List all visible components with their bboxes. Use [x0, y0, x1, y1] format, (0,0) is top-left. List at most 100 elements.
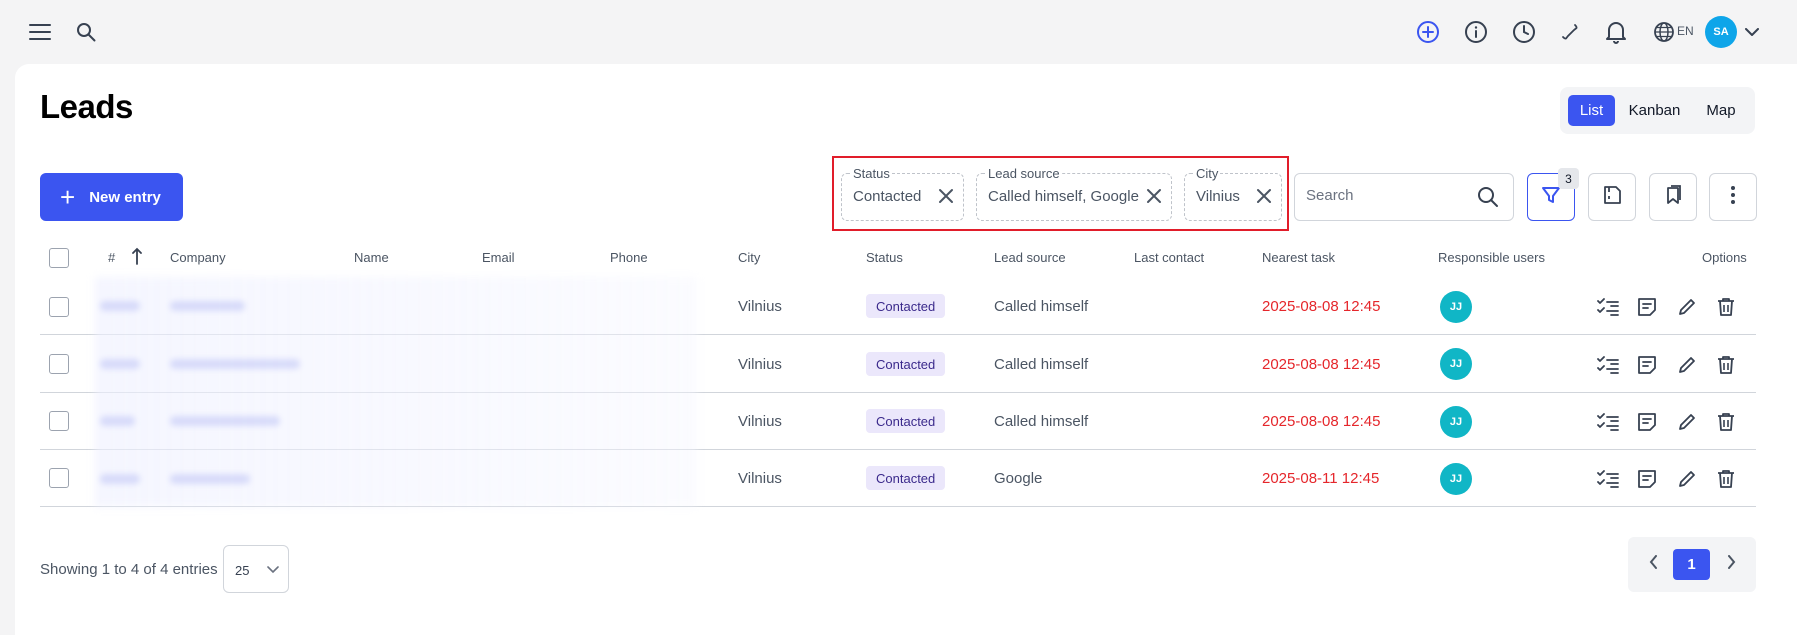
phone-icon[interactable] [1558, 20, 1582, 44]
close-icon[interactable] [937, 187, 955, 209]
redacted-text [170, 301, 245, 311]
row-checkbox[interactable] [49, 354, 69, 374]
filter-chip-lead-source[interactable]: Lead source Called himself, Google [976, 166, 1172, 221]
column-header-nearest-task[interactable]: Nearest task [1262, 250, 1335, 265]
checklist-icon[interactable] [1597, 469, 1619, 494]
cell-city: Vilnius [738, 413, 782, 430]
page-button-current[interactable]: 1 [1673, 549, 1710, 580]
note-icon[interactable] [1637, 469, 1657, 494]
responsible-user-avatar[interactable]: JJ [1440, 291, 1472, 323]
search-input[interactable] [1306, 187, 1476, 204]
row-checkbox[interactable] [49, 468, 69, 488]
column-header-phone[interactable]: Phone [610, 250, 648, 265]
cell-city: Vilnius [738, 356, 782, 373]
row-checkbox[interactable] [49, 297, 69, 317]
column-header-name[interactable]: Name [354, 250, 389, 265]
edit-icon[interactable] [1677, 469, 1697, 494]
column-header-last-contact[interactable]: Last contact [1134, 250, 1204, 265]
column-header-email[interactable]: Email [482, 250, 515, 265]
filter-chip-city[interactable]: City Vilnius [1184, 166, 1282, 221]
filter-count-badge: 3 [1558, 168, 1579, 189]
row-checkbox[interactable] [49, 411, 69, 431]
checklist-icon[interactable] [1597, 297, 1619, 322]
cell-city: Vilnius [738, 470, 782, 487]
trash-icon[interactable] [1717, 297, 1735, 322]
next-page-button[interactable] [1720, 549, 1742, 580]
sort-arrow-icon[interactable] [130, 246, 144, 266]
cell-lead-source: Google [994, 470, 1043, 487]
search-field[interactable] [1294, 173, 1514, 221]
cell-nearest-task[interactable]: 2025-08-11 12:45 [1262, 470, 1379, 487]
note-icon[interactable] [1637, 297, 1657, 322]
plus-icon: + [60, 182, 76, 212]
checklist-icon[interactable] [1597, 355, 1619, 380]
clock-icon[interactable] [1511, 19, 1537, 45]
save-icon [1601, 184, 1623, 211]
pagination: 1 [1628, 537, 1756, 592]
page-size-select[interactable]: 25 [223, 545, 289, 593]
language-label[interactable]: EN [1677, 24, 1694, 38]
user-avatar[interactable]: SA [1705, 16, 1737, 48]
note-icon[interactable] [1637, 412, 1657, 437]
close-icon[interactable] [1255, 187, 1273, 209]
trash-icon[interactable] [1717, 469, 1735, 494]
cell-lead-source: Called himself [994, 356, 1089, 373]
globe-icon[interactable] [1652, 19, 1676, 45]
search-icon[interactable] [1477, 186, 1499, 213]
column-header-city[interactable]: City [738, 250, 760, 265]
top-bar: EN SA [0, 0, 1797, 64]
redacted-text [100, 416, 135, 426]
cell-nearest-task[interactable]: 2025-08-08 12:45 [1262, 298, 1380, 315]
status-badge: Contacted [866, 409, 946, 433]
bell-icon[interactable] [1604, 19, 1628, 45]
column-header-number[interactable]: # [108, 250, 115, 265]
chevron-down-icon[interactable] [1742, 22, 1762, 42]
edit-icon[interactable] [1677, 355, 1697, 380]
info-icon[interactable] [1463, 19, 1489, 45]
add-circle-icon[interactable] [1415, 19, 1441, 45]
bookmarks-button[interactable] [1649, 173, 1697, 221]
bookmark-icon [1662, 184, 1684, 211]
cell-nearest-task[interactable]: 2025-08-08 12:45 [1262, 413, 1380, 430]
search-icon[interactable] [74, 20, 98, 44]
select-all-checkbox[interactable] [49, 248, 69, 268]
cell-lead-source: Called himself [994, 298, 1089, 315]
more-options-button[interactable] [1709, 173, 1757, 221]
cell-lead-source: Called himself [994, 413, 1089, 430]
checklist-icon[interactable] [1597, 412, 1619, 437]
filter-chip-label: City [1194, 166, 1221, 181]
edit-icon[interactable] [1677, 297, 1697, 322]
redacted-text [100, 301, 140, 311]
responsible-user-avatar[interactable]: JJ [1440, 406, 1472, 438]
column-header-status[interactable]: Status [866, 250, 903, 265]
filter-chip-label: Lead source [986, 166, 1062, 181]
column-header-responsible-users: Responsible users [1438, 250, 1545, 265]
view-list-button[interactable]: List [1568, 95, 1615, 126]
filter-chip-value: Contacted [853, 188, 922, 205]
view-kanban-button[interactable]: Kanban [1622, 95, 1687, 126]
cell-nearest-task[interactable]: 2025-08-08 12:45 [1262, 356, 1380, 373]
save-view-button[interactable] [1588, 173, 1636, 221]
close-icon[interactable] [1145, 187, 1163, 209]
responsible-user-avatar[interactable]: JJ [1440, 348, 1472, 380]
column-header-company[interactable]: Company [170, 250, 226, 265]
edit-icon[interactable] [1677, 412, 1697, 437]
note-icon[interactable] [1637, 355, 1657, 380]
previous-page-button[interactable] [1642, 549, 1664, 580]
menu-icon[interactable] [28, 20, 52, 44]
page-title: Leads [40, 88, 133, 125]
status-badge: Contacted [866, 294, 946, 318]
filter-chip-value: Vilnius [1196, 188, 1240, 205]
cell-city: Vilnius [738, 298, 782, 315]
new-entry-button[interactable]: + New entry [40, 173, 183, 221]
trash-icon[interactable] [1717, 355, 1735, 380]
status-badge: Contacted [866, 466, 946, 490]
column-header-lead-source[interactable]: Lead source [994, 250, 1066, 265]
view-map-button[interactable]: Map [1696, 95, 1746, 126]
column-header-options: Options [1702, 250, 1747, 265]
responsible-user-avatar[interactable]: JJ [1440, 463, 1472, 495]
filter-chip-value: Called himself, Google [988, 188, 1139, 205]
filter-chip-status[interactable]: Status Contacted [841, 166, 964, 221]
filter-chip-label: Status [851, 166, 892, 181]
trash-icon[interactable] [1717, 412, 1735, 437]
